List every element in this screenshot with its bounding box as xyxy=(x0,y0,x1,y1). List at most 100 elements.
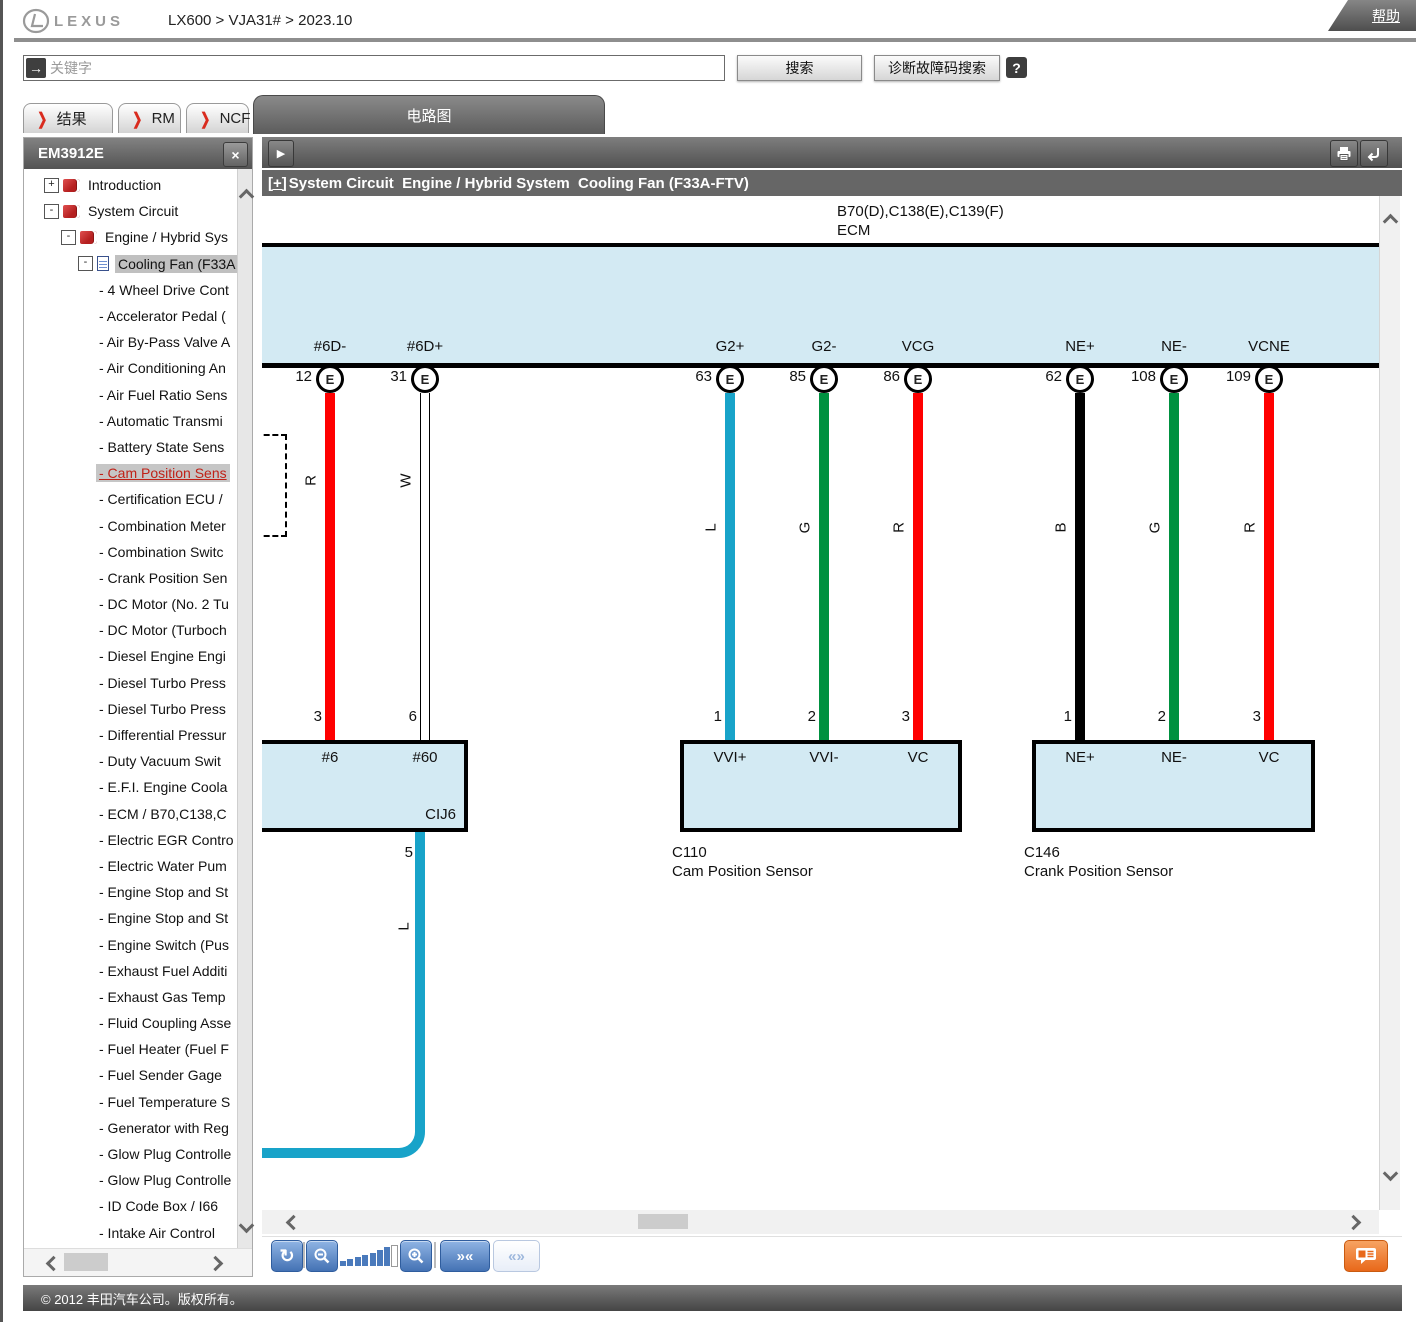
return-icon[interactable] xyxy=(1360,140,1388,167)
wire-l-bend xyxy=(262,832,425,1158)
tree-item[interactable]: - DC Motor (Turboch xyxy=(24,617,237,643)
terminal-e-badge: E xyxy=(716,365,744,393)
scrollbar-thumb[interactable] xyxy=(64,1253,108,1271)
zoom-in-icon[interactable] xyxy=(400,1240,432,1272)
zoom-level-bar[interactable] xyxy=(340,1261,346,1266)
diagram-vertical-scrollbar[interactable] xyxy=(1379,196,1400,1210)
tree-item[interactable]: - Fuel Sender Gage xyxy=(24,1062,237,1088)
tree-item[interactable]: - Diesel Engine Engi xyxy=(24,643,237,669)
scroll-left-icon[interactable] xyxy=(286,1215,302,1231)
expand-title-link[interactable]: [+] xyxy=(268,175,287,192)
tree-item[interactable]: - Combination Meter xyxy=(24,512,237,538)
tree-item[interactable]: - Engine Switch (Pus xyxy=(24,931,237,957)
comment-icon[interactable] xyxy=(1344,1240,1388,1272)
tree-item[interactable]: - Glow Plug Controlle xyxy=(24,1141,237,1167)
tree-item[interactable]: - Accelerator Pedal ( xyxy=(24,303,237,329)
tree-item[interactable]: - Air By-Pass Valve A xyxy=(24,329,237,355)
tree-item-label: - 4 Wheel Drive Cont xyxy=(96,281,232,299)
tree-item[interactable]: - Glow Plug Controlle xyxy=(24,1167,237,1193)
tree-item[interactable]: - Fluid Coupling Asse xyxy=(24,1010,237,1036)
tree-item[interactable]: - Air Conditioning An xyxy=(24,355,237,381)
shield-dashed-box xyxy=(262,434,287,537)
tree-item[interactable]: - Electric EGR Contro xyxy=(24,827,237,853)
tree-item[interactable]: - Engine Stop and St xyxy=(24,905,237,931)
scroll-up-icon[interactable] xyxy=(239,189,255,205)
tree-item[interactable]: - Fuel Temperature S xyxy=(24,1089,237,1115)
tree-item[interactable]: - Engine Stop and St xyxy=(24,879,237,905)
tree-item[interactable]: -System Circuit xyxy=(24,198,237,224)
tree-item[interactable]: - Combination Switc xyxy=(24,539,237,565)
tab-rm[interactable]: ❯RM xyxy=(118,103,181,133)
collapse-icon[interactable]: - xyxy=(61,230,76,245)
tree-item[interactable]: - Diesel Turbo Press xyxy=(24,696,237,722)
scrollbar-thumb[interactable] xyxy=(638,1214,688,1229)
zoom-level-bar[interactable] xyxy=(384,1247,390,1266)
tree-item[interactable]: - Fuel Heater (Fuel F xyxy=(24,1036,237,1062)
fit-width-icon[interactable]: »« xyxy=(440,1240,490,1272)
zoom-level-bar[interactable] xyxy=(355,1257,361,1266)
scroll-left-icon[interactable] xyxy=(46,1256,62,1272)
tree-item[interactable]: - Exhaust Fuel Additi xyxy=(24,958,237,984)
tree-item[interactable]: -Cooling Fan (F33A xyxy=(24,251,237,277)
tree-item[interactable]: - Crank Position Sen xyxy=(24,565,237,591)
tree-item-label: - Battery State Sens xyxy=(96,438,227,456)
tree-item[interactable]: - Cam Position Sens xyxy=(24,460,237,486)
search-input[interactable] xyxy=(46,60,724,76)
expand-icon[interactable]: + xyxy=(44,178,59,193)
tree-item[interactable]: - E.F.I. Engine Coola xyxy=(24,774,237,800)
sidebar-vertical-scrollbar[interactable] xyxy=(237,169,252,1249)
zoom-level-bar[interactable] xyxy=(347,1259,353,1266)
zoom-level-bar[interactable] xyxy=(370,1253,376,1266)
tab-wiring-diagram[interactable]: 电路图 xyxy=(253,95,605,134)
go-arrow-icon[interactable]: → xyxy=(26,58,46,78)
connector-pin-name: #6 xyxy=(285,749,375,766)
tree-item[interactable]: - Differential Pressur xyxy=(24,722,237,748)
tree-item[interactable]: - ID Code Box / I66 xyxy=(24,1193,237,1219)
scroll-down-icon[interactable] xyxy=(1383,1166,1399,1182)
tree-item[interactable]: - Duty Vacuum Swit xyxy=(24,748,237,774)
expand-panel-icon[interactable]: ▶ xyxy=(268,140,294,167)
fit-page-icon[interactable]: «» xyxy=(493,1240,540,1272)
tree-item[interactable]: - Generator with Reg xyxy=(24,1115,237,1141)
tree-item[interactable]: - DC Motor (No. 2 Tu xyxy=(24,591,237,617)
tree-item[interactable]: - Air Fuel Ratio Sens xyxy=(24,382,237,408)
zoom-level-bar[interactable] xyxy=(377,1250,383,1266)
scroll-up-icon[interactable] xyxy=(1383,214,1399,230)
zoom-level-bar[interactable] xyxy=(362,1255,368,1266)
tree-item[interactable]: - Exhaust Gas Temp xyxy=(24,984,237,1010)
ecm-pin-number: 12 xyxy=(272,368,312,385)
tree-item[interactable]: - Certification ECU / xyxy=(24,486,237,512)
tree-item[interactable]: +Introduction xyxy=(24,172,237,198)
ecm-pin-number: 85 xyxy=(766,368,806,385)
tree-item[interactable]: - Electric Water Pum xyxy=(24,853,237,879)
tab-ncf[interactable]: ❯NCF xyxy=(186,103,249,133)
refresh-icon[interactable]: ↻ xyxy=(271,1240,303,1272)
ecm-pin-name: G2+ xyxy=(685,338,775,355)
dtc-search-button[interactable]: 诊断故障码搜索 xyxy=(874,55,1000,81)
tab-results[interactable]: ❯结果 xyxy=(23,103,113,133)
scroll-down-icon[interactable] xyxy=(239,1218,255,1234)
tree-item[interactable]: - Battery State Sens xyxy=(24,434,237,460)
tree-item-label: - Accelerator Pedal ( xyxy=(96,307,229,325)
tree-item[interactable]: - 4 Wheel Drive Cont xyxy=(24,277,237,303)
zoom-level-indicator[interactable] xyxy=(391,1245,398,1267)
search-button[interactable]: 搜索 xyxy=(737,55,862,81)
zoom-out-icon[interactable] xyxy=(306,1240,338,1272)
tree-item[interactable]: - Automatic Transmi xyxy=(24,408,237,434)
scroll-right-icon[interactable] xyxy=(208,1256,224,1272)
tree-item[interactable]: - Diesel Turbo Press xyxy=(24,670,237,696)
close-icon[interactable]: × xyxy=(223,142,248,167)
tree-item-label: Engine / Hybrid Sys xyxy=(102,228,231,246)
print-icon[interactable] xyxy=(1330,140,1358,167)
wire-color-label: B xyxy=(1053,517,1070,539)
help-question-icon[interactable]: ? xyxy=(1006,57,1027,78)
diagram-horizontal-scrollbar[interactable] xyxy=(262,1210,1379,1234)
help-button[interactable]: 帮助 xyxy=(1328,0,1416,31)
collapse-icon[interactable]: - xyxy=(78,256,93,271)
scroll-right-icon[interactable] xyxy=(1346,1215,1362,1231)
tree-item[interactable]: - Intake Air Control xyxy=(24,1220,237,1246)
collapse-icon[interactable]: - xyxy=(44,204,59,219)
tree-item[interactable]: - Engine / Hybrid Sys xyxy=(24,224,237,250)
tree-item[interactable]: - ECM / B70,C138,C xyxy=(24,801,237,827)
sidebar-horizontal-scrollbar[interactable] xyxy=(24,1248,252,1276)
